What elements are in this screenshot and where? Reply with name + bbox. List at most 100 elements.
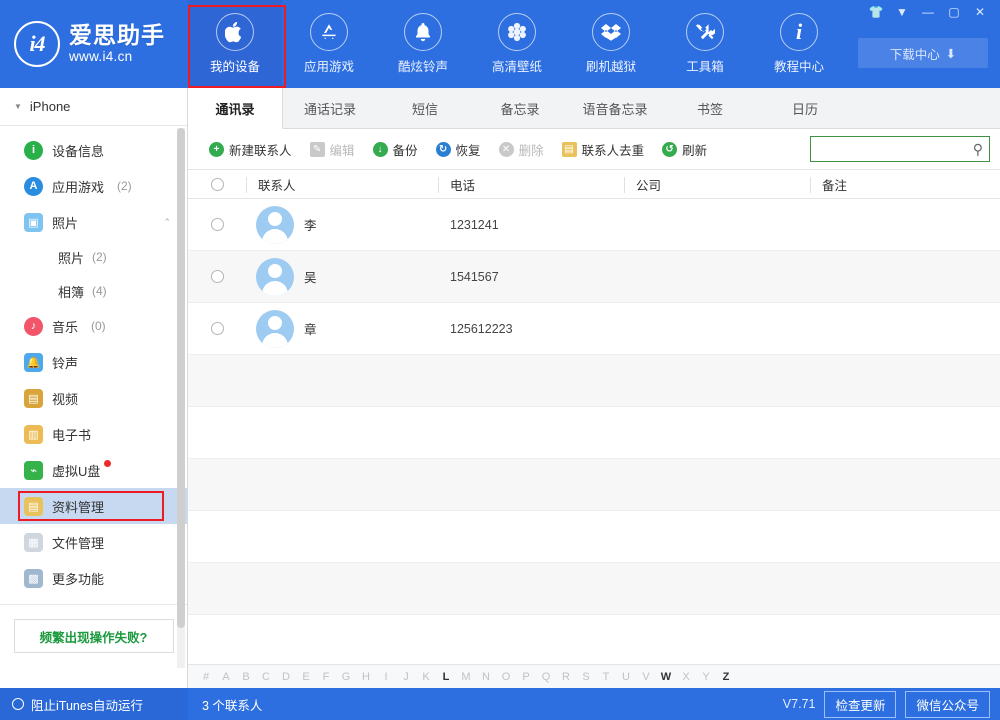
sidebar-item-1[interactable]: A应用游戏(2) <box>0 168 187 204</box>
nav-tab-3[interactable]: 高清壁纸 <box>470 0 564 88</box>
check-update-button[interactable]: 检查更新 <box>824 691 896 718</box>
close-icon[interactable]: ✕ <box>968 3 992 21</box>
alpha-T[interactable]: T <box>596 671 616 683</box>
sidebar-item-7[interactable]: ⌁虚拟U盘 <box>0 452 187 488</box>
toolbar-plus-circle-button[interactable]: +新建联系人 <box>200 136 301 162</box>
skin-icon[interactable]: 👕 <box>864 3 888 21</box>
sidebar-subitem-1[interactable]: 相簿(4) <box>0 274 187 308</box>
alpha-R[interactable]: R <box>556 671 576 683</box>
alpha-L[interactable]: L <box>436 671 456 683</box>
row-checkbox[interactable] <box>211 270 224 283</box>
toolbar-refresh-button[interactable]: ↺刷新 <box>653 136 716 162</box>
nav-tab-0[interactable]: 我的设备 <box>188 0 282 88</box>
sidebar-item-3[interactable]: ♪音乐(0) <box>0 308 187 344</box>
toolbar-backup-button[interactable]: ↓备份 <box>364 136 427 162</box>
nav-tab-2[interactable]: 酷炫铃声 <box>376 0 470 88</box>
row-select-cell[interactable] <box>188 218 246 231</box>
nav-tab-1[interactable]: 应用游戏 <box>282 0 376 88</box>
row-checkbox[interactable] <box>211 322 224 335</box>
nav-tab-label: 刷机越狱 <box>586 56 636 75</box>
tab-4[interactable]: 语音备忘录 <box>568 88 663 128</box>
alpha-D[interactable]: D <box>276 671 296 683</box>
alpha-E[interactable]: E <box>296 671 316 683</box>
alpha-V[interactable]: V <box>636 671 656 683</box>
appstore-icon <box>310 13 348 51</box>
alpha-X[interactable]: X <box>676 671 696 683</box>
column-header-name[interactable]: 联系人 <box>246 170 438 198</box>
alpha-M[interactable]: M <box>456 671 476 683</box>
maximize-icon[interactable]: ▢ <box>942 3 966 21</box>
cell-name: 李 <box>246 206 438 244</box>
alpha-H[interactable]: H <box>356 671 376 683</box>
alpha-N[interactable]: N <box>476 671 496 683</box>
table-row[interactable]: 吴1541567 <box>188 251 1000 303</box>
alpha-P[interactable]: P <box>516 671 536 683</box>
bell-icon <box>404 13 442 51</box>
contacts-table-body: 李1231241吴1541567章125612223 <box>188 199 1000 615</box>
sidebar-subitem-0[interactable]: 照片(2) <box>0 240 187 274</box>
nav-tab-4[interactable]: 刷机越狱 <box>564 0 658 88</box>
device-selector[interactable]: ▼ iPhone <box>0 88 187 126</box>
search-icon[interactable]: ⚲ <box>973 141 983 158</box>
alpha-Q[interactable]: Q <box>536 671 556 683</box>
sidebar-item-4[interactable]: 🔔铃声 <box>0 344 187 380</box>
toolbar-button-label: 联系人去重 <box>582 140 645 159</box>
alpha-K[interactable]: K <box>416 671 436 683</box>
download-center-button[interactable]: 下载中心 ⬇ <box>858 38 988 68</box>
search-box[interactable]: ⚲ <box>810 136 990 162</box>
alpha-Z[interactable]: Z <box>716 671 736 683</box>
row-select-cell[interactable] <box>188 322 246 335</box>
table-row[interactable]: 李1231241 <box>188 199 1000 251</box>
alpha-J[interactable]: J <box>396 671 416 683</box>
row-checkbox[interactable] <box>211 218 224 231</box>
tab-3[interactable]: 备忘录 <box>473 88 568 128</box>
table-row[interactable]: 章125612223 <box>188 303 1000 355</box>
sidebar-scrollbar[interactable] <box>177 128 185 668</box>
minimize-icon[interactable]: — <box>916 3 940 21</box>
toolbar-restore-button[interactable]: ↻恢复 <box>427 136 490 162</box>
alpha-I[interactable]: I <box>376 671 396 683</box>
sidebar-item-8[interactable]: ▤资料管理 <box>0 488 187 524</box>
nav-tab-5[interactable]: 工具箱 <box>658 0 752 88</box>
search-input[interactable] <box>817 142 973 156</box>
alpha-F[interactable]: F <box>316 671 336 683</box>
column-header-company[interactable]: 公司 <box>624 170 810 198</box>
tab-5[interactable]: 书签 <box>663 88 758 128</box>
alpha-O[interactable]: O <box>496 671 516 683</box>
alpha-W[interactable]: W <box>656 671 676 683</box>
tab-1[interactable]: 通话记录 <box>283 88 378 128</box>
menu-dropdown-icon[interactable]: ▼ <box>890 3 914 21</box>
sidebar-item-5[interactable]: ▤视频 <box>0 380 187 416</box>
alpha-#[interactable]: # <box>196 671 216 683</box>
sidebar-scrollbar-thumb[interactable] <box>177 128 185 628</box>
select-all-checkbox[interactable] <box>211 178 224 191</box>
alpha-B[interactable]: B <box>236 671 256 683</box>
sidebar-item-10[interactable]: ▩更多功能 <box>0 560 187 596</box>
chevron-up-icon[interactable]: ⌃ <box>163 217 171 228</box>
tab-6[interactable]: 日历 <box>758 88 853 128</box>
row-select-cell[interactable] <box>188 270 246 283</box>
alpha-G[interactable]: G <box>336 671 356 683</box>
wechat-button[interactable]: 微信公众号 <box>905 691 990 718</box>
avatar <box>256 258 294 296</box>
tab-0[interactable]: 通讯录 <box>188 88 283 129</box>
column-header-note[interactable]: 备注 <box>810 170 1000 198</box>
table-empty-row <box>188 459 1000 511</box>
column-header-phone[interactable]: 电话 <box>438 170 624 198</box>
alpha-U[interactable]: U <box>616 671 636 683</box>
nav-tab-6[interactable]: i教程中心 <box>752 0 846 88</box>
select-all-cell[interactable] <box>188 178 246 191</box>
alpha-Y[interactable]: Y <box>696 671 716 683</box>
alpha-A[interactable]: A <box>216 671 236 683</box>
sidebar-item-9[interactable]: ▦文件管理 <box>0 524 187 560</box>
brand-logo: i4 爱思助手 www.i4.cn <box>14 14 186 74</box>
sidebar-item-2[interactable]: ▣照片⌃ <box>0 204 187 240</box>
itunes-toggle[interactable]: 阻止iTunes自动运行 <box>0 688 188 720</box>
sidebar-item-6[interactable]: ▥电子书 <box>0 416 187 452</box>
alpha-S[interactable]: S <box>576 671 596 683</box>
help-button[interactable]: 频繁出现操作失败? <box>14 619 174 653</box>
sidebar-item-0[interactable]: i设备信息 <box>0 132 187 168</box>
alpha-C[interactable]: C <box>256 671 276 683</box>
toolbar-dedupe-button[interactable]: ▤联系人去重 <box>553 136 654 162</box>
tab-2[interactable]: 短信 <box>378 88 473 128</box>
